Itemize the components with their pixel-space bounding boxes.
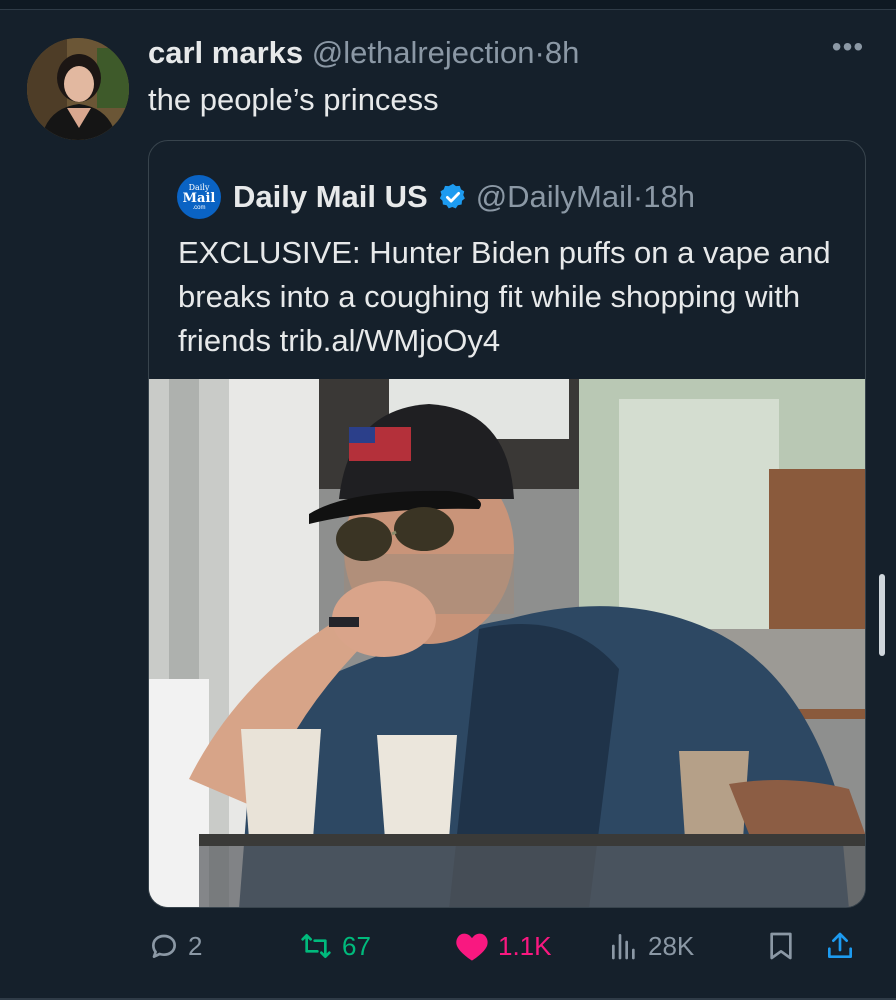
separator: ·: [534, 35, 545, 70]
heart-icon: [456, 933, 488, 961]
repost-icon: [301, 934, 331, 958]
daily-mail-logo[interactable]: Daily Mail .com: [177, 175, 221, 219]
bookmark-icon: [770, 932, 792, 960]
like-count: 1.1K: [498, 930, 552, 961]
verified-badge-icon: [439, 183, 465, 209]
logo-line-3: .com: [192, 204, 206, 211]
like-button[interactable]: 1.1K: [454, 924, 552, 968]
avatar[interactable]: [27, 38, 129, 140]
repost-count: 67: [342, 930, 371, 961]
views-count: 28K: [648, 930, 695, 961]
reply-count: 2: [188, 930, 203, 961]
scrollbar-thumb[interactable]: [879, 574, 885, 656]
share-button[interactable]: [824, 924, 856, 968]
tweet-action-bar: 2 67 1.1K 28K: [148, 924, 866, 968]
quoted-tweet-header: Daily Mail .com Daily Mail US @DailyMail…: [177, 175, 695, 219]
logo-line-2: Mail: [182, 190, 216, 206]
quoted-separator: ·: [632, 179, 644, 214]
repost-button[interactable]: 67: [298, 924, 371, 968]
reply-icon: [152, 934, 176, 958]
quoted-author-handle[interactable]: @DailyMail: [476, 179, 633, 215]
tweet-time[interactable]: 8h: [545, 35, 579, 70]
tweet-screen: carl marks @lethalrejection·8h ••• the p…: [0, 0, 896, 1000]
quoted-tweet-time[interactable]: 18h: [643, 179, 695, 215]
tweet-author-row: carl marks @lethalrejection·8h: [148, 33, 579, 73]
top-divider: [0, 0, 896, 10]
quoted-author-name[interactable]: Daily Mail US: [233, 179, 428, 215]
quoted-tweet[interactable]: Daily Mail .com Daily Mail US @DailyMail…: [148, 140, 866, 908]
reply-button[interactable]: 2: [148, 924, 202, 968]
author-name[interactable]: carl marks: [148, 35, 303, 70]
photo-scene: [149, 379, 865, 907]
author-handle[interactable]: @lethalrejection: [312, 35, 535, 70]
avatar-photo: [27, 38, 129, 140]
share-icon: [828, 932, 852, 958]
tweet-text: the people’s princess: [148, 82, 439, 117]
bookmark-button[interactable]: [766, 924, 796, 968]
views-button[interactable]: 28K: [608, 924, 694, 968]
quoted-tweet-photo[interactable]: [149, 379, 865, 907]
more-options-button[interactable]: •••: [828, 33, 868, 66]
quoted-tweet-text: EXCLUSIVE: Hunter Biden puffs on a vape …: [178, 235, 831, 358]
views-chart-icon: [612, 934, 635, 960]
